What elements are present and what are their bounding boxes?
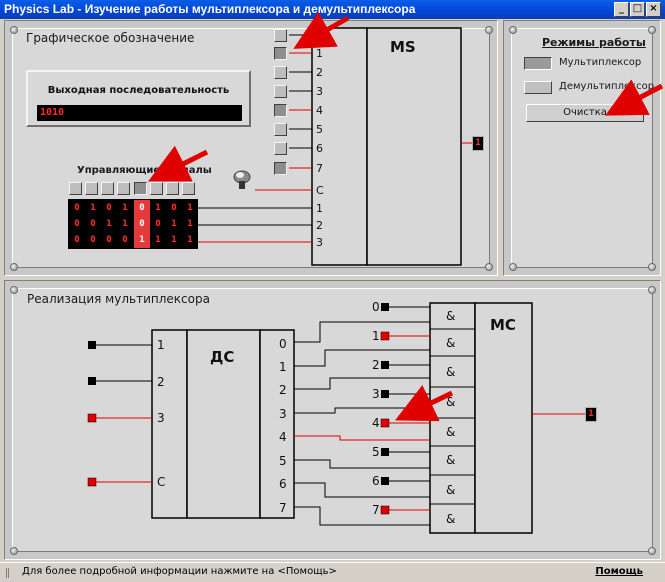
dc-source-c[interactable] <box>87 477 97 487</box>
and-label: & <box>446 512 455 526</box>
dc-output-label-0: 0 <box>279 337 287 351</box>
dc-source-3[interactable] <box>87 413 97 423</box>
dc-input-label-c: C <box>157 475 165 489</box>
ms-input-label-7: 7 <box>316 162 323 175</box>
and-label: & <box>446 336 455 350</box>
ms-control-label-3: 3 <box>316 236 323 249</box>
annotation-arrow-icon <box>605 79 664 116</box>
and-label: & <box>446 453 455 467</box>
data-input-label-4: 4 <box>372 416 380 430</box>
wire <box>294 349 430 367</box>
mc-block <box>474 302 533 534</box>
dc-input-label-3: 3 <box>157 411 165 425</box>
and-label: & <box>446 483 455 497</box>
data-input-label-0: 0 <box>372 300 380 314</box>
dc-output-label-3: 3 <box>279 407 287 421</box>
wire <box>294 482 430 498</box>
data-input-label-1: 1 <box>372 329 380 343</box>
ms-input-label-5: 5 <box>316 123 323 136</box>
circuit-diagram: MS 1 2 3 4 5 6 7 C 1 2 3 ДС 1 2 3 C 0 1 … <box>87 11 664 534</box>
data-input-7[interactable] <box>380 505 390 515</box>
dc-output-label-5: 5 <box>279 454 287 468</box>
ms-input-label-1: 1 <box>316 47 323 60</box>
data-input-4[interactable] <box>380 418 390 428</box>
data-input-0[interactable] <box>381 303 389 311</box>
data-input-label-6: 6 <box>372 474 380 488</box>
dc-source-1[interactable] <box>88 341 96 349</box>
ms-control-label-2: 2 <box>316 219 323 232</box>
ms-input-label-4: 4 <box>316 104 323 117</box>
ms-input-label-6: 6 <box>316 142 323 155</box>
data-input-label-5: 5 <box>372 445 380 459</box>
data-input-3[interactable] <box>381 390 389 398</box>
grip-icon <box>6 568 14 578</box>
mc-title: МС <box>490 316 516 334</box>
wire-active <box>294 435 430 441</box>
data-input-label-3: 3 <box>372 387 380 401</box>
ms-right-block <box>366 27 462 266</box>
wire <box>294 459 430 469</box>
dc-output-label-2: 2 <box>279 383 287 397</box>
dc-output-block <box>259 329 295 519</box>
dc-output-label-6: 6 <box>279 477 287 491</box>
and-label: & <box>446 425 455 439</box>
dc-source-2[interactable] <box>88 377 96 385</box>
dc-output-label-4: 4 <box>279 430 287 444</box>
status-text: Для более подробной информации нажмите н… <box>22 566 337 577</box>
wire <box>294 321 430 343</box>
dc-input-label-2: 2 <box>157 375 165 389</box>
dc-title: ДС <box>210 348 234 366</box>
data-input-label-2: 2 <box>372 358 380 372</box>
ms-title: MS <box>390 38 416 56</box>
ms-control-label-1: 1 <box>316 202 323 215</box>
data-input-label-7: 7 <box>372 503 380 517</box>
and-label: & <box>446 365 455 379</box>
help-link[interactable]: Помощь <box>595 566 643 577</box>
data-input-5[interactable] <box>381 448 389 456</box>
wire <box>294 377 430 390</box>
ms-input-label-2: 2 <box>316 66 323 79</box>
data-input-2[interactable] <box>381 361 389 369</box>
annotation-arrow-icon <box>148 145 209 182</box>
ms-control-label-c: C <box>316 184 324 197</box>
dc-input-label-1: 1 <box>157 338 165 352</box>
data-input-6[interactable] <box>381 477 389 485</box>
data-input-1[interactable] <box>380 331 390 341</box>
and-label: & <box>446 309 455 323</box>
status-bar: Для более подробной информации нажмите н… <box>0 562 665 582</box>
toggle-switch-icon[interactable] <box>233 170 251 189</box>
ms-input-label-3: 3 <box>316 85 323 98</box>
dc-output-label-1: 1 <box>279 360 287 374</box>
dc-output-label-7: 7 <box>279 501 287 515</box>
